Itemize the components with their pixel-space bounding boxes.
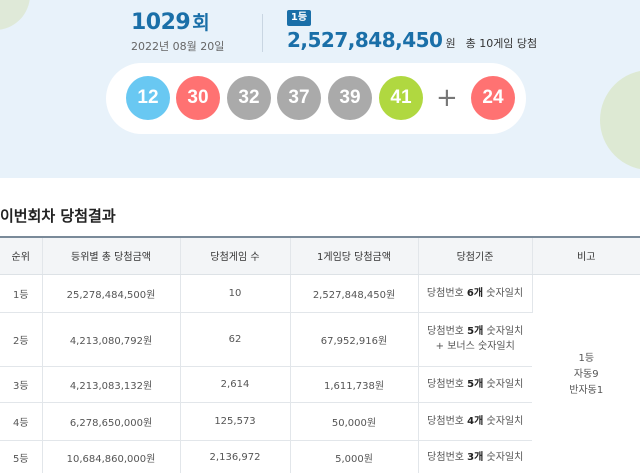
draw-banner: 1029 회 2022년 08월 20일 1등 2,527,848,450 원 … [0,0,640,178]
criteria-suffix: 숫자일치 [483,378,524,390]
winning-ball-5: 39 [328,76,372,120]
criteria-count: 4개 [467,415,484,427]
cell-total-prize: 25,278,484,500원 [42,274,181,313]
first-prize-badge: 1등 [287,10,311,26]
banner-divider [262,14,263,52]
cell-criteria: 당첨번호 3개 숫자일치 [418,440,532,473]
criteria-prefix: 당첨번호 [427,326,468,337]
cell-prize-per-game: 50,000원 [290,402,419,441]
table-header-row: 순위 등위별 총 당첨금액 당첨게임 수 1게임당 당첨금액 당첨기준 비고 [0,236,640,275]
winning-ball-6: 41 [379,76,423,120]
header-total-prize: 등위별 총 당첨금액 [42,236,181,275]
cell-winning-games: 2,136,972 [180,440,291,473]
note-line-2: 자동9 [573,368,599,380]
cell-total-prize: 4,213,083,132원 [42,366,181,403]
criteria-prefix: 당첨번호 [427,452,468,463]
cell-criteria: 당첨번호 6개 숫자일치 [418,274,533,313]
cell-total-prize: 10,684,860,000원 [42,440,181,473]
plus-sign: + [436,83,458,113]
draw-date: 2022년 08월 20일 [131,40,225,53]
header-prize-per-game: 1게임당 당첨금액 [290,236,419,275]
cell-rank: 1등 [0,274,43,313]
cell-criteria: 당첨번호 5개 숫자일치 + 보너스 숫자일치 [418,312,532,367]
criteria-suffix: 숫자일치 [483,452,524,463]
header-rank: 순위 [0,236,43,275]
draw-number: 1029 회 [131,8,210,38]
cell-total-prize: 4,213,080,792원 [42,312,181,367]
criteria-count: 3개 [467,452,484,463]
cell-winning-games: 62 [180,312,291,367]
cell-winning-games: 125,573 [180,402,291,441]
first-prize-winners: 총 10게임 당첨 [465,37,538,50]
cell-note: 1등 자동9 반자동1 [532,274,640,473]
criteria-count: 5개 [467,378,484,390]
note-line-1: 1등 [578,352,595,364]
cell-rank: 2등 [0,312,43,367]
decorative-circle-right [600,70,640,170]
criteria-prefix: 당첨번호 [427,415,468,427]
cell-total-prize: 6,278,650,000원 [42,402,181,441]
decorative-circle-left [0,0,30,30]
cell-rank: 4등 [0,402,43,441]
winning-ball-1: 12 [126,76,170,120]
criteria-count: 5개 [467,326,484,337]
draw-number-suffix: 회 [192,12,210,34]
first-prize-line: 2,527,848,450 원 총 10게임 당첨 [287,28,537,52]
cell-prize-per-game: 5,000원 [290,440,419,473]
header-winning-games: 당첨게임 수 [180,236,291,275]
results-section-title: 이번회차 당첨결과 [0,207,116,225]
note-line-3: 반자동1 [569,384,604,396]
criteria-count: 6개 [466,287,484,299]
cell-winning-games: 2,614 [180,366,291,403]
header-criteria: 당첨기준 [418,236,533,275]
criteria-extra: + 보너스 숫자일치 [435,341,515,352]
draw-number-value: 1029 [131,10,191,35]
cell-prize-per-game: 1,611,738원 [290,366,419,403]
table-row: 1등 25,278,484,500원 10 2,527,848,450원 당첨번… [0,274,640,473]
first-prize-unit: 원 [445,37,456,50]
criteria-suffix: 숫자일치 [483,326,524,337]
winning-ball-4: 37 [277,76,321,120]
bonus-ball: 24 [471,76,515,120]
criteria-prefix: 당첨번호 [426,287,467,299]
criteria-suffix: 숫자일치 [483,415,524,427]
criteria-prefix: 당첨번호 [427,378,468,390]
criteria-suffix: 숫자일치 [483,287,524,299]
winning-numbers-panel: 12 30 32 37 39 41 + 24 [106,63,526,134]
results-table: 순위 등위별 총 당첨금액 당첨게임 수 1게임당 당첨금액 당첨기준 비고 1… [0,236,640,473]
first-prize-amount: 2,527,848,450 [287,28,443,52]
winning-ball-2: 30 [176,76,220,120]
cell-prize-per-game: 67,952,916원 [290,312,419,367]
cell-criteria: 당첨번호 5개 숫자일치 [418,366,532,403]
winning-ball-3: 32 [227,76,271,120]
cell-prize-per-game: 2,527,848,450원 [290,274,419,313]
cell-rank: 3등 [0,366,43,403]
cell-rank: 5등 [0,440,43,473]
cell-criteria: 당첨번호 4개 숫자일치 [418,402,532,441]
header-note: 비고 [532,236,640,275]
cell-winning-games: 10 [180,274,291,313]
